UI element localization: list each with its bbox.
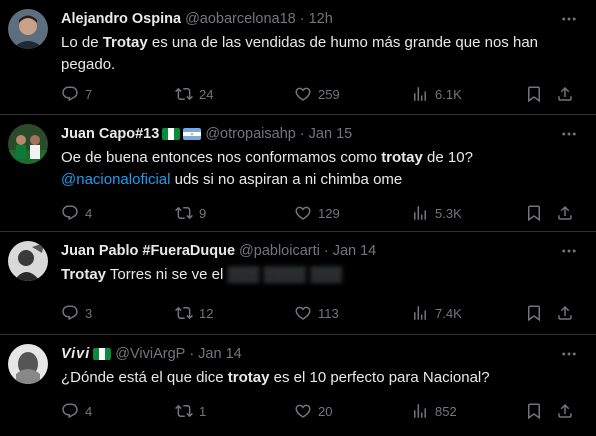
tweet-text-line: @nacionaloficial uds si no aspiran a ni … xyxy=(61,171,403,188)
tweet[interactable]: Juan Pablo #FueraDuque @pabloicarti · Ja… xyxy=(0,232,596,335)
retweet-button[interactable]: 24 xyxy=(175,84,213,104)
retweet-icon xyxy=(175,204,193,222)
more-options-icon[interactable] xyxy=(560,242,578,260)
nigeria-flag-icon xyxy=(162,128,181,140)
bookmark-button[interactable] xyxy=(525,203,549,223)
obscured-text: ▒▒▒ ▒▒▒▒ ▒▒▒ xyxy=(223,266,343,283)
views-button[interactable]: 852 xyxy=(411,401,457,421)
views-icon xyxy=(411,85,429,103)
more-options-icon[interactable] xyxy=(560,10,578,28)
timeline-feed: Alejandro Ospina @aobarcelona18 · 12h Lo… xyxy=(0,0,596,436)
reply-button[interactable]: 7 xyxy=(61,84,92,104)
reply-icon xyxy=(61,304,79,322)
display-name[interactable]: Vivi xyxy=(61,346,90,362)
tweet-text-line: Oe de buena entonces nos conformamos com… xyxy=(61,149,473,166)
bookmark-button[interactable] xyxy=(525,303,549,323)
user-handle[interactable]: @aobarcelona18 xyxy=(185,11,296,27)
tweet-header: Alejandro Ospina @aobarcelona18 · 12h xyxy=(61,10,333,28)
action-bar: 3 12 113 7.4K xyxy=(61,303,581,323)
tweet-text: Trotay Torres ni se ve el ▒▒▒ ▒▒▒▒ ▒▒▒ xyxy=(61,266,343,283)
tweet-header: Juan Capo#13 @otropaisahp · Jan 15 xyxy=(61,125,352,143)
separator-dot: · xyxy=(323,243,329,259)
action-bar: 4 1 20 852 xyxy=(61,401,581,421)
mention-link[interactable]: @nacionaloficial xyxy=(61,171,170,188)
avatar[interactable] xyxy=(8,9,48,49)
more-options-icon[interactable] xyxy=(560,345,578,363)
heart-icon xyxy=(294,402,312,420)
retweet-icon xyxy=(175,304,193,322)
argentina-flag-icon xyxy=(183,128,202,140)
share-icon xyxy=(556,85,574,103)
tweet-header: Juan Pablo #FueraDuque @pabloicarti · Ja… xyxy=(61,242,376,260)
like-button[interactable]: 113 xyxy=(294,303,339,323)
views-button[interactable]: 7.4K xyxy=(411,303,462,323)
heart-icon xyxy=(294,204,312,222)
views-icon xyxy=(411,204,429,222)
timestamp[interactable]: Jan 14 xyxy=(198,346,242,362)
reply-icon xyxy=(61,204,79,222)
like-button[interactable]: 259 xyxy=(294,84,340,104)
action-bar: 4 9 129 5.3K xyxy=(61,203,581,223)
reply-icon xyxy=(61,85,79,103)
user-handle[interactable]: @ViviArgP xyxy=(115,346,185,362)
tweet[interactable]: Juan Capo#13 @otropaisahp · Jan 15 Oe de… xyxy=(0,115,596,232)
more-options-icon[interactable] xyxy=(560,125,578,143)
tweet[interactable]: Alejandro Ospina @aobarcelona18 · 12h Lo… xyxy=(0,0,596,115)
retweet-button[interactable]: 12 xyxy=(175,303,213,323)
avatar[interactable] xyxy=(8,241,48,281)
retweet-icon xyxy=(175,85,193,103)
views-button[interactable]: 6.1K xyxy=(411,84,462,104)
views-icon xyxy=(411,402,429,420)
tweet-text: ¿Dónde está el que dice trotay es el 10 … xyxy=(61,369,490,386)
bookmark-button[interactable] xyxy=(525,84,549,104)
avatar[interactable] xyxy=(8,124,48,164)
tweet-text: Oe de buena entonces nos conformamos com… xyxy=(61,147,561,191)
tweet-header: Vivi @ViviArgP · Jan 14 xyxy=(61,345,242,363)
display-name[interactable]: Juan Capo#13 xyxy=(61,126,159,142)
share-button[interactable] xyxy=(556,84,580,104)
timestamp[interactable]: 12h xyxy=(309,11,333,27)
views-button[interactable]: 5.3K xyxy=(411,203,462,223)
retweet-button[interactable]: 9 xyxy=(175,203,206,223)
timestamp[interactable]: Jan 15 xyxy=(309,126,353,142)
bookmark-icon xyxy=(525,85,543,103)
bookmark-icon xyxy=(525,402,543,420)
separator-dot: · xyxy=(299,126,305,142)
heart-icon xyxy=(294,85,312,103)
timestamp[interactable]: Jan 14 xyxy=(333,243,377,259)
reply-icon xyxy=(61,402,79,420)
views-icon xyxy=(411,304,429,322)
nigeria-flag-icon xyxy=(93,348,112,360)
separator-dot: · xyxy=(299,11,305,27)
reply-button[interactable]: 4 xyxy=(61,401,92,421)
retweet-icon xyxy=(175,402,193,420)
retweet-button[interactable]: 1 xyxy=(175,401,206,421)
bookmark-icon xyxy=(525,304,543,322)
share-icon xyxy=(556,204,574,222)
separator-dot: · xyxy=(189,346,195,362)
bookmark-button[interactable] xyxy=(525,401,549,421)
display-name[interactable]: Alejandro Ospina xyxy=(61,11,181,27)
reply-button[interactable]: 3 xyxy=(61,303,92,323)
user-handle[interactable]: @otropaisahp xyxy=(205,126,296,142)
share-button[interactable] xyxy=(556,401,580,421)
display-name[interactable]: Juan Pablo #FueraDuque xyxy=(61,243,235,259)
tweet-text: Lo de Trotay es una de las vendidas de h… xyxy=(61,34,539,73)
share-button[interactable] xyxy=(556,303,580,323)
bookmark-icon xyxy=(525,204,543,222)
share-icon xyxy=(556,304,574,322)
like-button[interactable]: 20 xyxy=(294,401,332,421)
tweet[interactable]: Vivi @ViviArgP · Jan 14 ¿Dónde está el q… xyxy=(0,335,596,436)
like-button[interactable]: 129 xyxy=(294,203,340,223)
share-button[interactable] xyxy=(556,203,580,223)
heart-icon xyxy=(294,304,312,322)
reply-button[interactable]: 4 xyxy=(61,203,92,223)
action-bar: 7 24 259 6.1K xyxy=(61,84,581,104)
avatar[interactable] xyxy=(8,344,48,384)
user-handle[interactable]: @pabloicarti xyxy=(239,243,320,259)
share-icon xyxy=(556,402,574,420)
